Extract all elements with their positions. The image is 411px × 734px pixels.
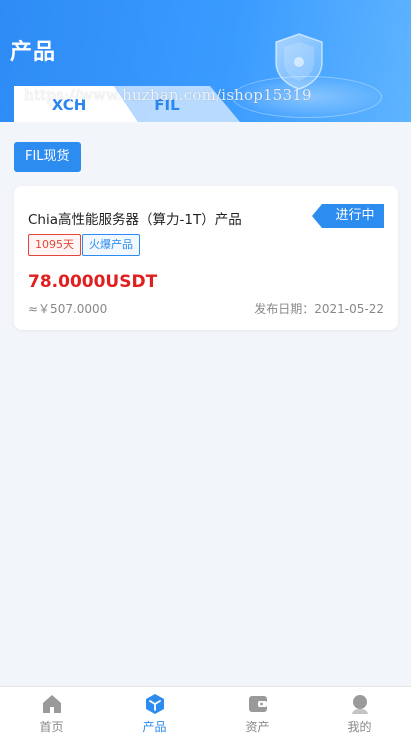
tabbar-label-product: 产品 xyxy=(142,720,167,734)
product-price: 78.0000USDT xyxy=(28,272,158,292)
shield-icon xyxy=(275,33,323,90)
tabbar-label-home: 首页 xyxy=(39,720,64,734)
bottom-tabbar: 首页 产品 资产 我的 xyxy=(0,686,411,734)
publish-date: 发布日期：2021-05-22 xyxy=(254,302,384,316)
status-badge: 进行中 xyxy=(312,204,384,228)
user-icon xyxy=(352,695,368,714)
tabbar-item-home[interactable]: 首页 xyxy=(0,687,103,734)
page-title: 产品 xyxy=(10,40,57,65)
header: 产品 XCH FIL https://www.huzhan.com/ishop1… xyxy=(0,0,411,122)
status-label: 进行中 xyxy=(335,208,375,223)
tabbar-label-mine: 我的 xyxy=(347,720,372,734)
wallet-icon xyxy=(249,696,267,712)
tabbar-item-assets[interactable]: 资产 xyxy=(206,687,309,734)
fil-spot-filter-button[interactable]: FIL现货 xyxy=(14,142,81,172)
cny-price: ≈￥507.0000 xyxy=(28,302,108,316)
hot-product-tag: 火爆产品 xyxy=(82,234,140,256)
tabbar-item-mine[interactable]: 我的 xyxy=(308,687,411,734)
tabbar-item-product[interactable]: 产品 xyxy=(103,687,206,734)
product-name: Chia高性能服务器（算力-1T）产品 xyxy=(28,212,242,228)
home-icon xyxy=(43,695,61,713)
tabbar-label-assets: 资产 xyxy=(245,720,270,734)
cube-icon xyxy=(146,694,164,714)
product-card[interactable]: Chia高性能服务器（算力-1T）产品 进行中 1095天 火爆产品 78.00… xyxy=(14,186,398,330)
duration-tag: 1095天 xyxy=(28,234,81,256)
watermark-text: https://www.huzhan.com/ishop15319 xyxy=(24,86,312,104)
